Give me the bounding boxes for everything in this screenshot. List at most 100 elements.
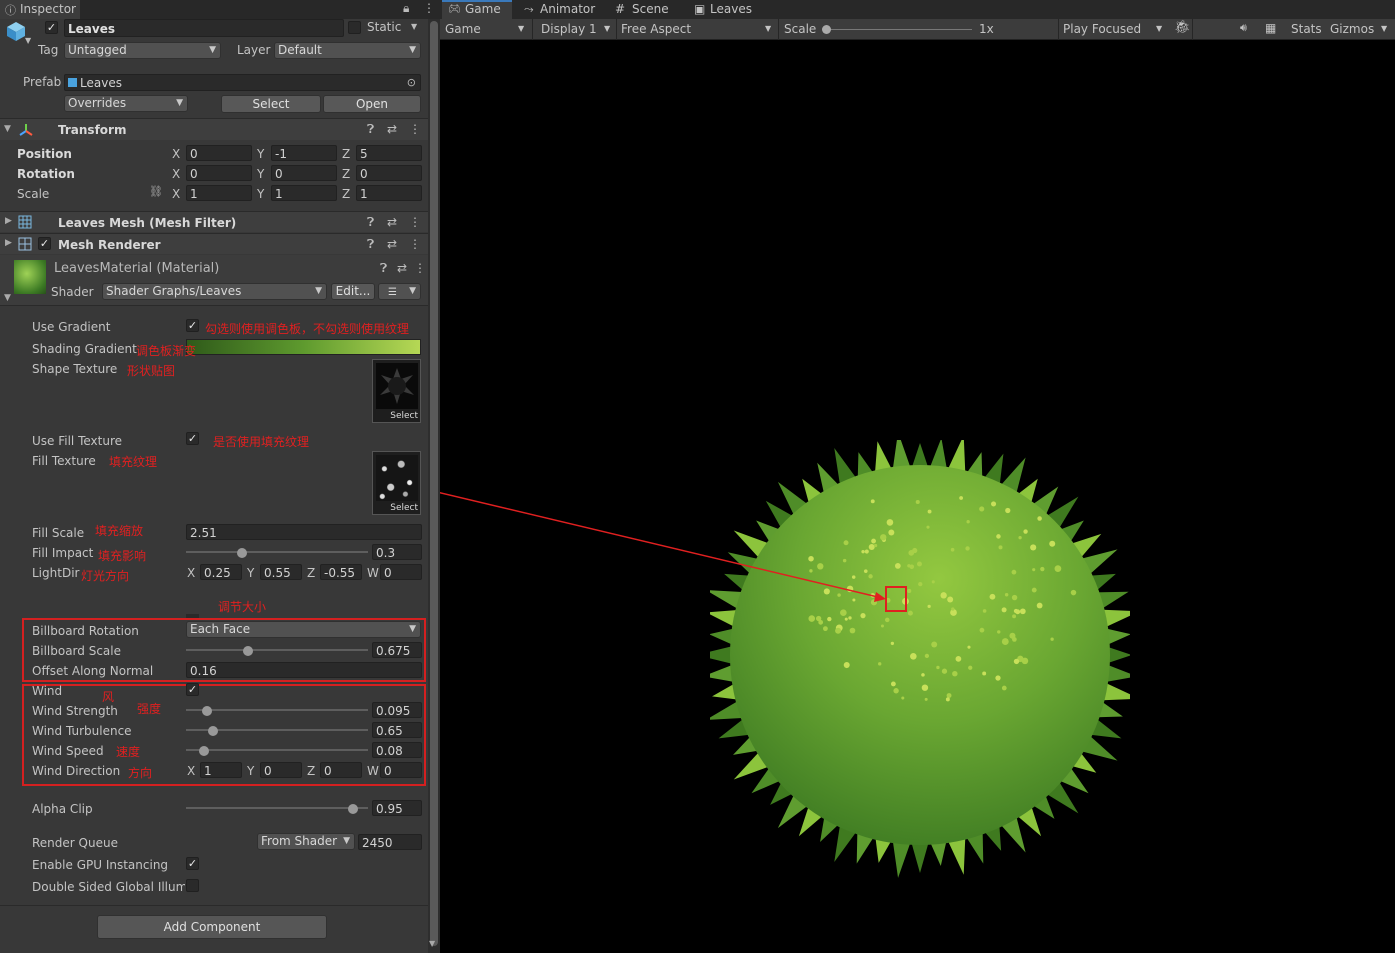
- fill-impact-slider-knob[interactable]: [237, 548, 247, 558]
- help-icon[interactable]: ❓︎: [367, 237, 374, 252]
- shader-edit-button[interactable]: Edit...: [331, 283, 375, 300]
- audio-icon[interactable]: 🔊︎: [1240, 21, 1247, 35]
- chevron-down-icon[interactable]: ▼: [1156, 24, 1162, 33]
- help-icon[interactable]: ❓︎: [380, 261, 387, 276]
- tag-dropdown[interactable]: Untagged ▼: [64, 42, 221, 59]
- display-mode-dropdown[interactable]: Game: [445, 22, 481, 36]
- fill-impact-field[interactable]: 0.3: [372, 544, 422, 560]
- fill-impact-slider-track[interactable]: [186, 551, 368, 553]
- wind-checkbox[interactable]: ✓: [186, 683, 199, 696]
- billboard-scale-slider-knob[interactable]: [243, 646, 253, 656]
- rotation-y-field[interactable]: 0: [271, 165, 337, 181]
- bug-icon[interactable]: 🐞︎: [1174, 20, 1191, 35]
- shape-texture-select-label[interactable]: Select: [390, 411, 418, 421]
- rotation-z-field[interactable]: 0: [356, 165, 422, 181]
- gizmos-button[interactable]: Gizmos: [1330, 22, 1374, 36]
- alpha-clip-slider-track[interactable]: [186, 807, 368, 809]
- rotation-x-field[interactable]: 0: [186, 165, 252, 181]
- layer-dropdown[interactable]: Default ▼: [274, 42, 421, 59]
- shader-dropdown[interactable]: Shader Graphs/Leaves ▼: [102, 283, 327, 300]
- help-icon[interactable]: ❓︎: [367, 122, 374, 137]
- play-mode-dropdown[interactable]: Play Focused: [1063, 22, 1141, 36]
- scale-y-field[interactable]: 1: [271, 185, 337, 201]
- lightdir-x-field[interactable]: 0.25: [200, 564, 242, 580]
- preset-icon[interactable]: ⇄: [387, 215, 397, 229]
- chevron-down-icon[interactable]: ▼: [25, 36, 31, 45]
- static-dropdown-icon[interactable]: ▼: [411, 22, 417, 31]
- grid-icon[interactable]: ▦: [1265, 21, 1276, 35]
- inspector-scrollbar[interactable]: ▼: [428, 19, 440, 953]
- lightdir-z-field[interactable]: -0.55: [320, 564, 362, 580]
- lightdir-y-field[interactable]: 0.55: [260, 564, 302, 580]
- lock-icon[interactable]: 🔒︎: [403, 1, 409, 16]
- alpha-clip-field[interactable]: 0.95: [372, 800, 422, 816]
- tab-leaves[interactable]: Leaves: [710, 0, 752, 19]
- kebab-icon[interactable]: ⋮: [409, 122, 421, 136]
- preset-icon[interactable]: ⇄: [387, 122, 397, 136]
- tab-scene[interactable]: Scene: [632, 0, 669, 19]
- wind-turbulence-slider-knob[interactable]: [208, 726, 218, 736]
- foldout-expanded-icon[interactable]: ▼: [4, 124, 11, 134]
- scroll-down-icon[interactable]: ▼: [429, 939, 435, 948]
- foldout-collapsed-icon[interactable]: ▶: [5, 216, 12, 226]
- prefab-open-button[interactable]: Open: [323, 95, 421, 113]
- kebab-icon[interactable]: ⋮: [414, 261, 426, 275]
- kebab-icon[interactable]: ⋮: [409, 215, 421, 229]
- kebab-icon[interactable]: ⋮: [409, 237, 421, 251]
- billboard-scale-field[interactable]: 0.675: [372, 642, 422, 658]
- overrides-dropdown[interactable]: Overrides ▼: [64, 95, 188, 112]
- foldout-collapsed-icon[interactable]: ▶: [5, 238, 12, 248]
- active-checkbox[interactable]: ✓: [45, 21, 58, 34]
- scrollbar-thumb[interactable]: [430, 21, 438, 946]
- stats-button[interactable]: Stats: [1291, 22, 1322, 36]
- wind-strength-slider-knob[interactable]: [202, 706, 212, 716]
- wind-strength-field[interactable]: 0.095: [372, 702, 422, 718]
- object-name-field[interactable]: Leaves: [64, 19, 344, 37]
- wind-speed-slider-track[interactable]: [186, 749, 368, 751]
- mesh-renderer-header[interactable]: ▶ ✓ Mesh Renderer ❓︎ ⇄ ⋮: [0, 233, 428, 254]
- render-queue-mode-dropdown[interactable]: From Shader ▼: [257, 833, 355, 850]
- scale-slider-track[interactable]: [826, 29, 972, 30]
- wind-strength-slider-track[interactable]: [186, 709, 368, 711]
- use-fill-texture-checkbox[interactable]: ✓: [186, 432, 199, 445]
- chevron-down-icon[interactable]: ▼: [765, 24, 771, 33]
- tab-animator[interactable]: Animator: [540, 0, 595, 19]
- transform-header[interactable]: ▼ Transform ❓︎ ⇄ ⋮: [0, 118, 428, 140]
- chevron-down-icon[interactable]: ▼: [518, 24, 524, 33]
- double-sided-gi-checkbox[interactable]: [186, 879, 199, 892]
- material-preview-thumbnail[interactable]: [14, 260, 46, 294]
- shader-options-dropdown[interactable]: ☰ ▼: [378, 283, 421, 300]
- scale-x-field[interactable]: 1: [186, 185, 252, 201]
- help-icon[interactable]: ❓︎: [367, 215, 374, 230]
- use-gradient-checkbox[interactable]: ✓: [186, 319, 199, 332]
- prefab-select-button[interactable]: Select: [221, 95, 321, 113]
- scale-slider-knob[interactable]: [822, 25, 831, 34]
- aspect-dropdown[interactable]: Free Aspect: [621, 22, 691, 36]
- foldout-expanded-icon[interactable]: ▼: [4, 293, 11, 303]
- shape-texture-slot[interactable]: Select: [372, 359, 421, 423]
- preset-icon[interactable]: ⇄: [397, 261, 407, 275]
- render-queue-field[interactable]: 2450: [358, 834, 422, 850]
- chevron-down-icon[interactable]: ▼: [604, 24, 610, 33]
- position-y-field[interactable]: -1: [271, 145, 337, 161]
- shading-gradient-field[interactable]: [186, 339, 421, 355]
- lightdir-w-field[interactable]: 0: [380, 564, 422, 580]
- add-component-button[interactable]: Add Component: [97, 915, 327, 939]
- link-icon[interactable]: ⛓︎: [149, 185, 163, 198]
- fill-texture-select-label[interactable]: Select: [390, 503, 418, 513]
- alpha-clip-slider-knob[interactable]: [348, 804, 358, 814]
- scale-z-field[interactable]: 1: [356, 185, 422, 201]
- gpu-instancing-checkbox[interactable]: ✓: [186, 857, 199, 870]
- wind-turbulence-field[interactable]: 0.65: [372, 722, 422, 738]
- position-x-field[interactable]: 0: [186, 145, 252, 161]
- fill-texture-slot[interactable]: Select: [372, 451, 421, 515]
- display-dropdown[interactable]: Display 1: [541, 22, 597, 36]
- kebab-icon[interactable]: ⋮: [423, 1, 435, 15]
- wind-speed-slider-knob[interactable]: [199, 746, 209, 756]
- billboard-rotation-dropdown[interactable]: Each Face ▼: [186, 621, 421, 638]
- object-picker-icon[interactable]: ⊙: [407, 75, 416, 90]
- position-z-field[interactable]: 5: [356, 145, 422, 161]
- mesh-renderer-enabled-checkbox[interactable]: ✓: [38, 237, 51, 250]
- billboard-scale-slider-track[interactable]: [186, 649, 368, 651]
- wind-direction-x-field[interactable]: 1: [200, 762, 242, 778]
